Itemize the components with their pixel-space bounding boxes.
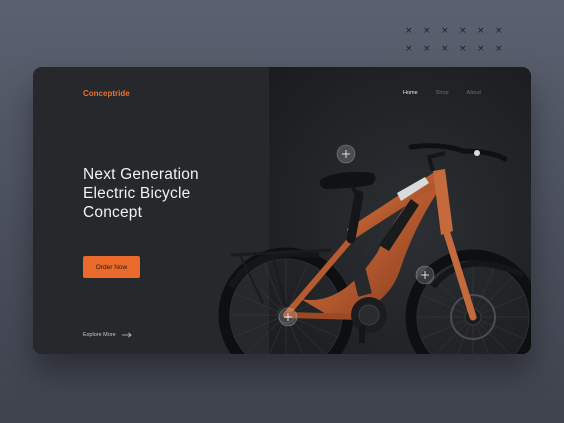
main-nav: Home Shop About xyxy=(403,90,481,96)
cross-icon: × xyxy=(423,26,431,36)
arrow-right-icon xyxy=(121,332,132,338)
nav-shop[interactable]: Shop xyxy=(436,90,449,96)
cross-icon: × xyxy=(441,44,449,54)
cross-icon: × xyxy=(441,26,449,36)
explore-more-label: Explore More xyxy=(83,332,116,338)
hotspot-battery[interactable] xyxy=(415,265,435,285)
nav-home[interactable]: Home xyxy=(403,90,418,96)
nav-about[interactable]: About xyxy=(467,90,481,96)
cross-icon: × xyxy=(405,44,413,54)
cross-icon: × xyxy=(459,26,467,36)
cross-icon: × xyxy=(477,44,485,54)
explore-more-link[interactable]: Explore More xyxy=(83,332,132,338)
hotspot-motor[interactable] xyxy=(278,307,298,327)
cross-icon: × xyxy=(405,26,413,36)
cross-icon: × xyxy=(459,44,467,54)
cross-icon: × xyxy=(495,44,503,54)
hotspot-seat[interactable] xyxy=(336,144,356,164)
landing-page-card: Conceptride Home Shop About Next Generat… xyxy=(33,67,531,354)
order-now-button[interactable]: Order Now xyxy=(83,256,140,278)
cross-icon: × xyxy=(423,44,431,54)
decorative-cross-pattern: × × × × × × × × × × × × xyxy=(403,27,513,61)
cross-icon: × xyxy=(495,26,503,36)
bicycle-frame xyxy=(283,169,477,321)
electric-bicycle-image xyxy=(218,143,531,354)
cross-icon: × xyxy=(477,26,485,36)
brand-logo[interactable]: Conceptride xyxy=(83,89,130,98)
